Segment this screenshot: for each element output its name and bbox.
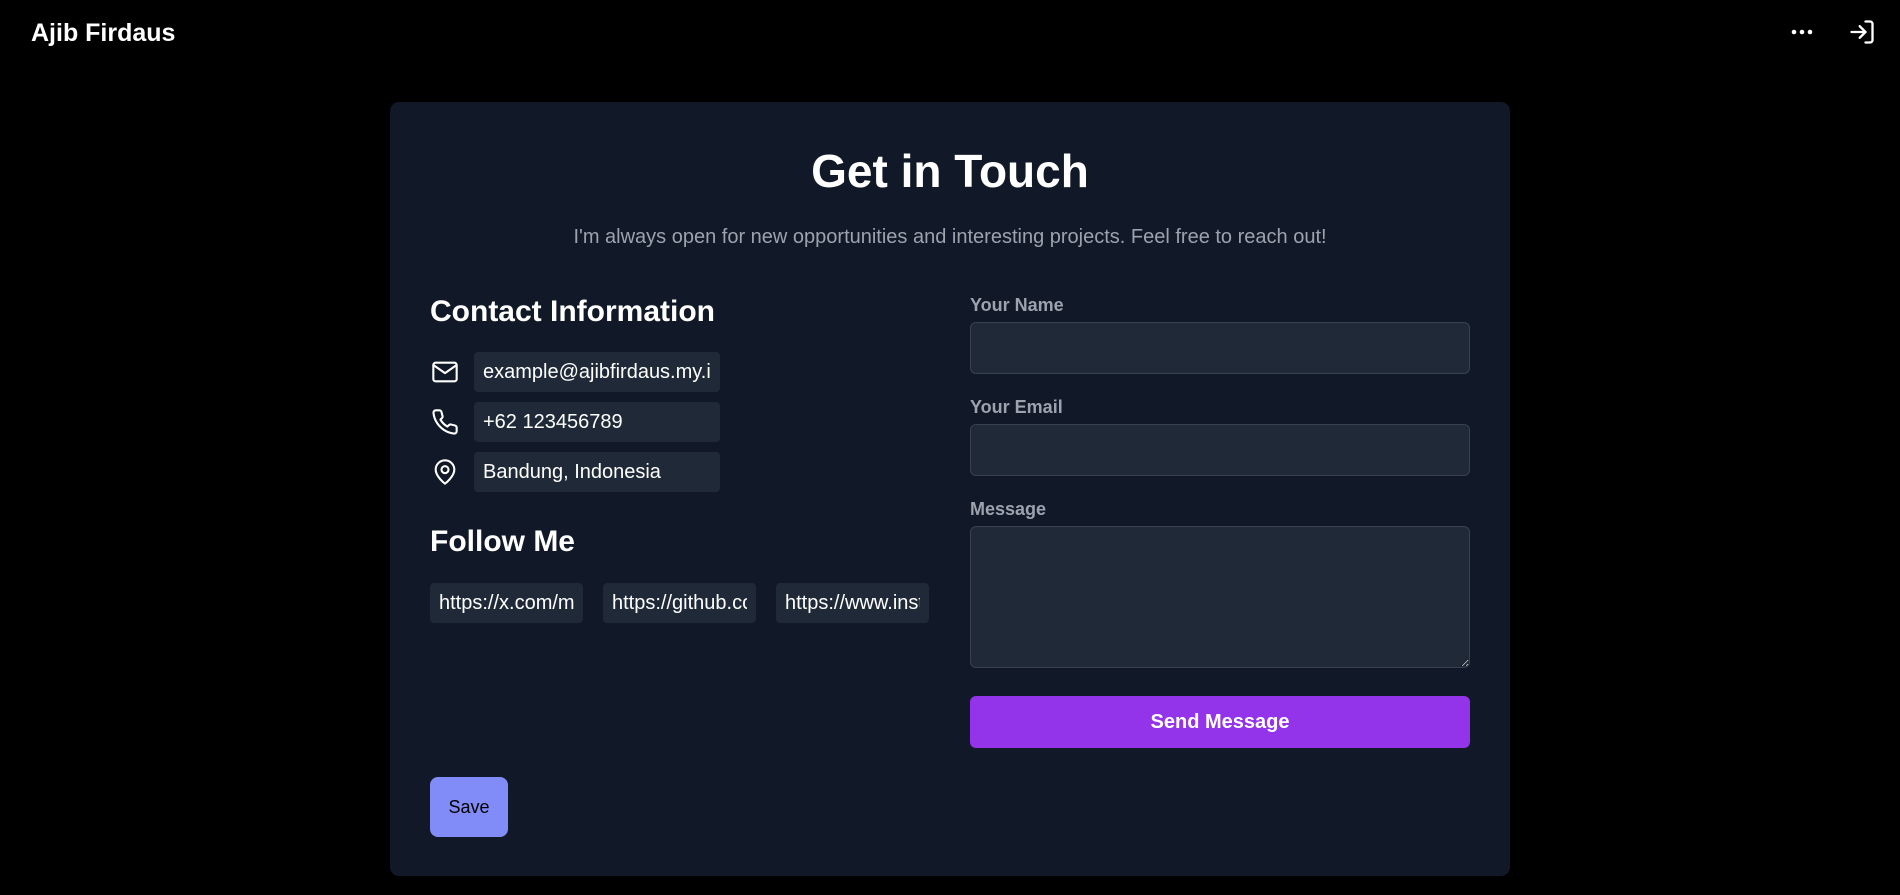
message-textarea[interactable] — [970, 526, 1470, 668]
page-subtitle: I'm always open for new opportunities an… — [573, 226, 1327, 248]
brand-name[interactable]: Ajib Firdaus — [31, 19, 175, 48]
email-label: Your Email — [970, 397, 1063, 417]
more-icon[interactable] — [1786, 16, 1818, 48]
email-input[interactable] — [970, 424, 1470, 476]
contact-email-field[interactable] — [474, 352, 720, 392]
contact-card: Get in Touch I'm always open for new opp… — [390, 102, 1510, 876]
contact-info-heading: Contact Information — [430, 295, 715, 328]
login-icon[interactable] — [1846, 16, 1878, 48]
contact-phone-field[interactable] — [474, 402, 720, 442]
page-title: Get in Touch — [811, 145, 1089, 197]
top-navbar: Ajib Firdaus — [0, 0, 1900, 68]
send-message-button[interactable]: Send Message — [970, 696, 1470, 748]
social-link-x[interactable] — [430, 583, 583, 623]
name-label: Your Name — [970, 295, 1064, 315]
follow-me-heading: Follow Me — [430, 525, 575, 558]
message-label: Message — [970, 499, 1047, 519]
social-link-github[interactable] — [603, 583, 756, 623]
name-input[interactable] — [970, 322, 1470, 374]
contact-email-row — [430, 352, 720, 392]
mail-icon — [430, 357, 460, 387]
top-actions — [1786, 16, 1878, 48]
map-pin-icon — [430, 457, 460, 487]
phone-icon — [430, 407, 460, 437]
contact-location-field[interactable] — [474, 452, 720, 492]
social-link-instagram[interactable] — [776, 583, 929, 623]
contact-phone-row — [430, 402, 720, 442]
save-button[interactable]: Save — [430, 777, 508, 837]
contact-location-row — [430, 452, 720, 492]
